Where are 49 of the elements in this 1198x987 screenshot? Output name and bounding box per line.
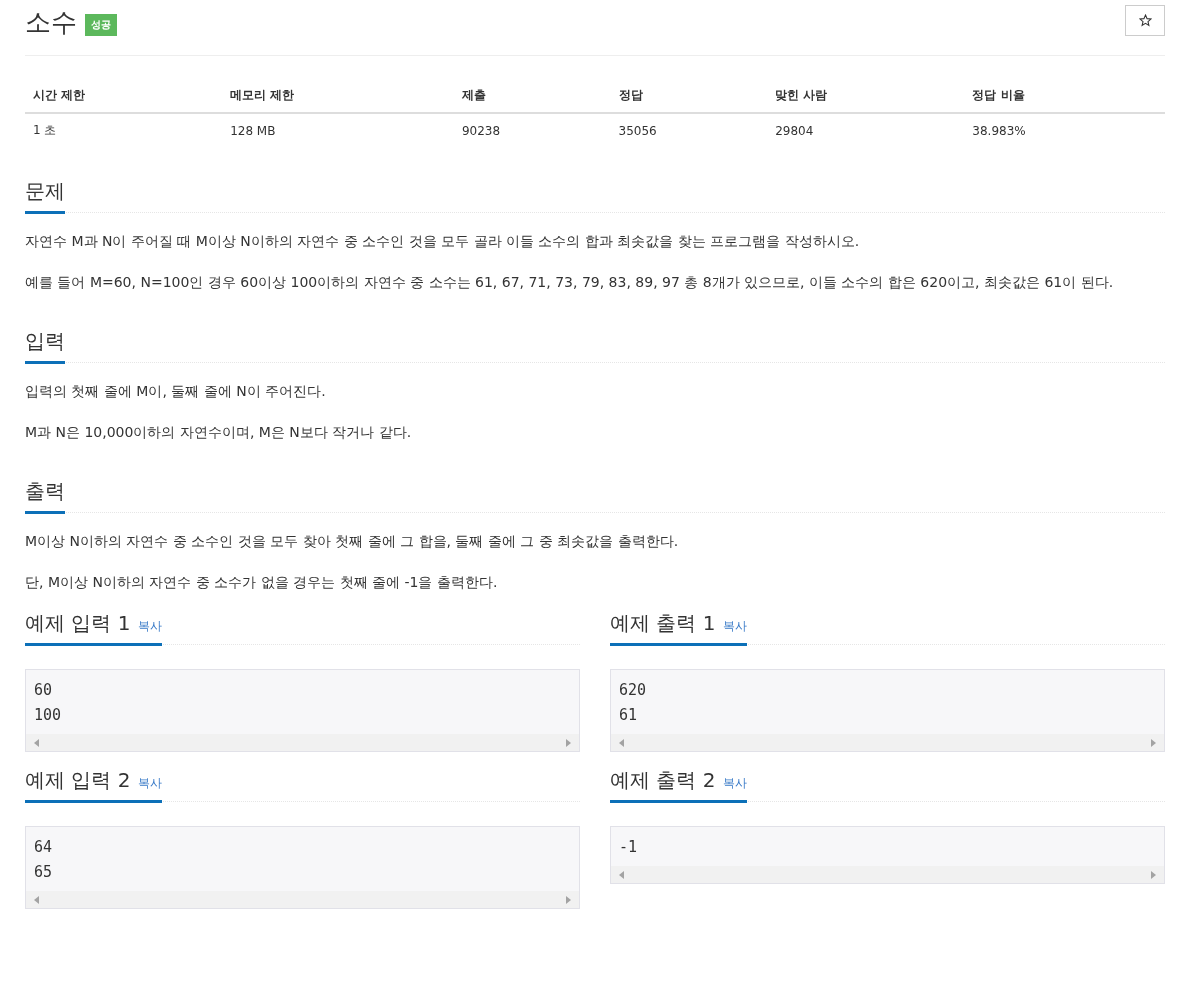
paragraph: M이상 N이하의 자연수 중 소수인 것을 모두 찾아 첫째 줄에 그 합을, 둘째 줄에 그 중 최솟값을 출력한다. (25, 532, 680, 551)
column-header: 정답 비율 (964, 79, 1165, 113)
table-cell: 35056 (610, 113, 768, 147)
scroll-right-icon[interactable] (566, 895, 571, 904)
problem-title: 소수 (25, 6, 77, 39)
scroll-right-icon[interactable] (1151, 870, 1156, 879)
section-heading: 출력 (25, 478, 65, 505)
copy-link[interactable]: 복사 (138, 775, 163, 792)
paragraph: 입력의 첫째 줄에 M이, 둘째 줄에 N이 주어진다. (25, 382, 327, 401)
horizontal-scrollbar[interactable] (26, 891, 579, 908)
column-header: 제출 (453, 79, 611, 113)
scroll-left-icon[interactable] (619, 870, 624, 879)
scroll-left-icon[interactable] (34, 895, 39, 904)
horizontal-scrollbar[interactable] (611, 734, 1164, 751)
section-heading: 예제 입력 2 (25, 767, 131, 794)
copy-link[interactable]: 복사 (723, 618, 748, 635)
sample-code: -1 (618, 837, 639, 858)
section-heading: 입력 (25, 328, 65, 355)
column-header: 메모리 제한 (222, 79, 454, 113)
section-heading: 예제 출력 1 (610, 610, 716, 637)
horizontal-scrollbar[interactable] (611, 866, 1164, 883)
star-button[interactable] (1125, 5, 1165, 36)
column-header: 시간 제한 (25, 79, 223, 113)
horizontal-scrollbar[interactable] (26, 734, 579, 751)
sample-code: 60 100 (33, 680, 63, 726)
paragraph: 예를 들어 M=60, N=100인 경우 60이상 100이하의 자연수 중 소수는 61, 67, 71, 73, 79, 83, 89, 97 총 8개가 있으므로, 이들 소수의 합은 620이고, 최솟값은 61이 된다. (25, 273, 1115, 292)
section-heading: 예제 입력 1 (25, 610, 131, 637)
sample-code: 620 61 (618, 680, 648, 726)
status-badge: 성공 (85, 14, 117, 36)
paragraph: M과 N은 10,000이하의 자연수이며, M은 N보다 작거나 같다. (25, 423, 413, 442)
table-cell: 29804 (767, 113, 965, 147)
scroll-right-icon[interactable] (1151, 738, 1156, 747)
paragraph: 자연수 M과 N이 주어질 때 M이상 N이하의 자연수 중 소수인 것을 모두 골라 이들 소수의 합과 최솟값을 찾는 프로그램을 작성하시오. (25, 232, 861, 251)
column-header: 정답 (610, 79, 768, 113)
scroll-left-icon[interactable] (619, 738, 624, 747)
scroll-right-icon[interactable] (566, 738, 571, 747)
star-icon (1138, 14, 1152, 27)
table-cell: 90238 (453, 113, 611, 147)
section-heading: 예제 출력 2 (610, 767, 716, 794)
table-cell: 38.983% (964, 113, 1165, 147)
sample-code: 64 65 (33, 837, 54, 883)
paragraph: 단, M이상 N이하의 자연수 중 소수가 없을 경우는 첫째 줄에 -1을 출력한다. (25, 573, 499, 592)
section-heading: 문제 (25, 178, 65, 205)
copy-link[interactable]: 복사 (723, 775, 748, 792)
copy-link[interactable]: 복사 (138, 618, 163, 635)
scroll-left-icon[interactable] (34, 738, 39, 747)
column-header: 맞힌 사람 (767, 79, 965, 113)
table-cell: 1 초 (25, 113, 223, 147)
table-cell: 128 MB (222, 113, 454, 147)
